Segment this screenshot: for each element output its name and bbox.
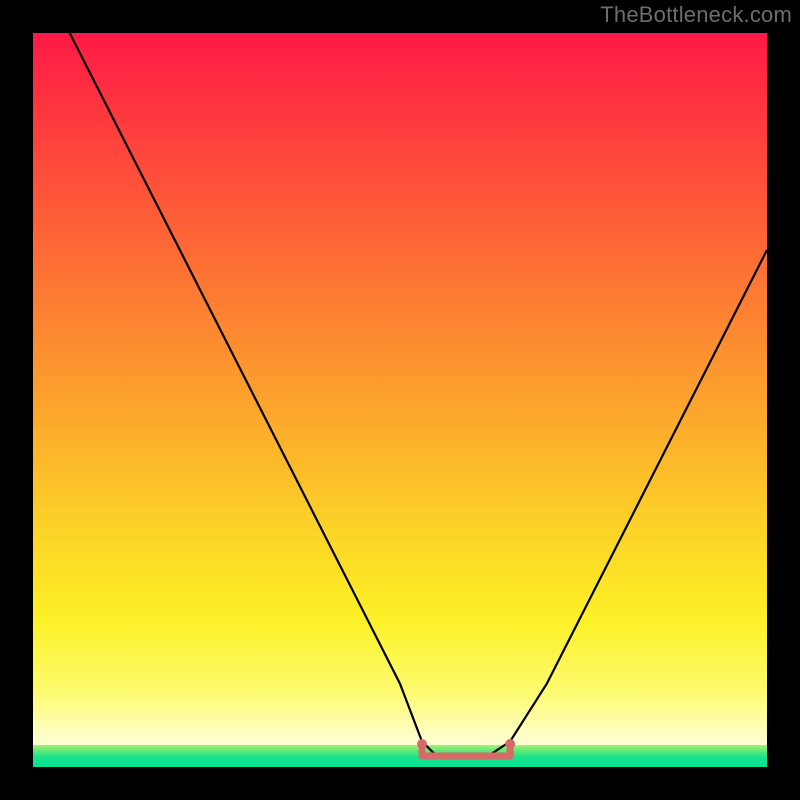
bottleneck-curve-svg xyxy=(33,33,767,767)
plot-area xyxy=(33,33,767,767)
bottleneck-curve-path xyxy=(70,33,767,756)
chart-frame: TheBottleneck.com xyxy=(0,0,800,800)
watermark-text: TheBottleneck.com xyxy=(600,2,792,28)
